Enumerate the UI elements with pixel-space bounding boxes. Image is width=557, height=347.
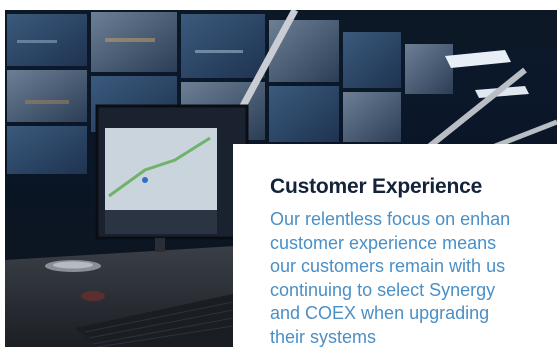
card-title: Customer Experience: [270, 175, 483, 198]
card-body-text: Our relentless focus on enhan customer e…: [270, 209, 511, 347]
workstation-monitor: [95, 104, 249, 252]
customer-experience-card: Customer Experience Our relentless focus…: [233, 144, 557, 347]
